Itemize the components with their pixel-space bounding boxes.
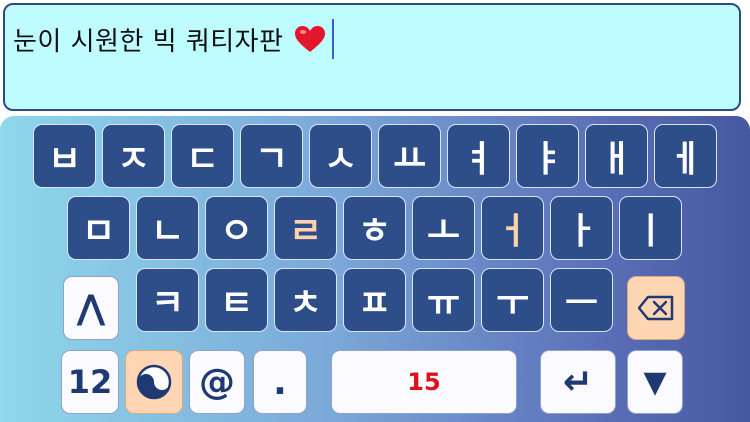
key-label: ㅣ [633,211,668,252]
key-u[interactable]: ㅜ [481,268,544,332]
key-yo[interactable]: ㅛ [378,124,441,188]
key-tieut[interactable]: ㅌ [205,268,268,332]
return-key[interactable]: ↵ [540,350,616,414]
taegeuk-icon [136,364,172,400]
key-chieut[interactable]: ㅊ [274,268,337,332]
text-cursor [331,19,334,59]
key-eu[interactable]: ㅡ [550,268,613,332]
key-yu[interactable]: ㅠ [412,268,475,332]
key-siot[interactable]: ㅅ [309,124,372,188]
key-label: ㅁ [81,211,116,252]
backspace-key[interactable] [627,276,685,340]
text-input-field[interactable]: 눈이 시원한 빅 쿼티자판 [3,3,741,111]
key-kieuk[interactable]: ㅋ [136,268,199,332]
key-yeo[interactable]: ㅕ [447,124,510,188]
key-label: ㅔ [668,139,703,180]
language-switch-key[interactable] [125,350,183,414]
key-label: ㅇ [219,211,254,252]
text-input-value: 눈이 시원한 빅 쿼티자판 [13,26,284,57]
space-label: 15 [407,368,441,396]
key-label: ㅎ [357,211,392,252]
key-label: ㅠ [426,283,461,324]
period-key[interactable]: . [253,350,307,414]
key-jieut[interactable]: ㅈ [102,124,165,188]
backspace-icon [637,295,674,321]
key-i[interactable]: ㅣ [619,196,682,260]
key-label: ㄱ [254,139,289,180]
key-label: ㅓ [495,211,530,252]
key-label: ㅕ [461,139,496,180]
text-input-content: 눈이 시원한 빅 쿼티자판 [13,19,334,59]
period-label: . [273,361,287,403]
key-label: ㅑ [530,139,565,180]
key-label: ㅊ [288,283,323,324]
space-key[interactable]: 15 [331,350,517,414]
key-label: ㅋ [150,283,185,324]
key-nieun[interactable]: ㄴ [136,196,199,260]
key-label: ㅈ [116,139,151,180]
key-o[interactable]: ㅗ [412,196,475,260]
key-ya[interactable]: ㅑ [516,124,579,188]
key-eo[interactable]: ㅓ [481,196,544,260]
key-label: ㅏ [564,211,599,252]
key-rieul[interactable]: ㄹ [274,196,337,260]
key-label: ㄴ [150,211,185,252]
korean-keyboard: ㅂ ㅈ ㄷ ㄱ ㅅ ㅛ ㅕ ㅑ ㅐ ㅔ ㅁ ㄴ ㅇ ㄹ ㅎ ㅗ ㅓ ㅏ ㅣ ⋀ … [0,116,750,422]
return-icon: ↵ [562,361,594,403]
key-bieup[interactable]: ㅂ [33,124,96,188]
shift-icon: ⋀ [76,288,106,328]
at-label: @ [199,361,235,403]
key-mieum[interactable]: ㅁ [67,196,130,260]
key-label: ㅗ [426,211,461,252]
key-label: ㅜ [495,283,530,324]
at-key[interactable]: @ [189,350,245,414]
key-label: ㄷ [185,139,220,180]
key-label: ㄹ [288,211,323,252]
chevron-down-icon: ▼ [643,364,667,400]
hide-keyboard-key[interactable]: ▼ [627,350,683,414]
key-label: ㅐ [599,139,634,180]
key-hieut[interactable]: ㅎ [343,196,406,260]
key-label: ㅅ [323,139,358,180]
key-e[interactable]: ㅔ [654,124,717,188]
key-label: ㅌ [219,283,254,324]
key-digeut[interactable]: ㄷ [171,124,234,188]
numbers-key[interactable]: 12 [61,350,119,414]
shift-key[interactable]: ⋀ [63,276,119,340]
heart-icon [294,26,325,52]
key-label: ㅍ [357,283,392,324]
key-label: ㅛ [392,139,427,180]
key-pieup[interactable]: ㅍ [343,268,406,332]
numbers-label: 12 [67,363,113,401]
key-label: ㅂ [47,139,82,180]
key-giyeok[interactable]: ㄱ [240,124,303,188]
key-a[interactable]: ㅏ [550,196,613,260]
key-label: ㅡ [564,283,599,324]
key-ieung[interactable]: ㅇ [205,196,268,260]
key-ae[interactable]: ㅐ [585,124,648,188]
